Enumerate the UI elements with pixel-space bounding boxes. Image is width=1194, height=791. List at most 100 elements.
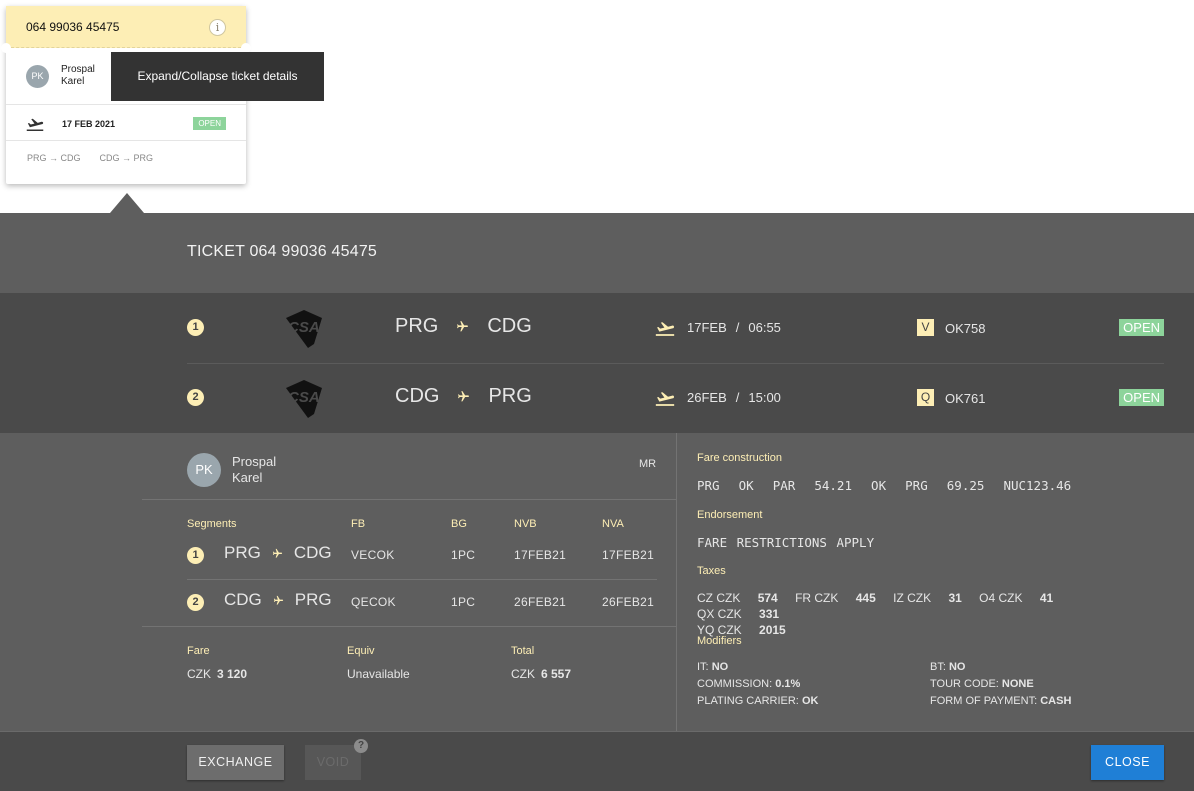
status-badge: OPEN [1119, 319, 1164, 336]
segment-row[interactable]: 1 CSA PRG CDG 17FEB / 06:55 V OK758 OPEN [0, 293, 1194, 363]
divider [6, 140, 246, 141]
separator: / [735, 390, 740, 405]
plane-icon [457, 390, 470, 403]
baggage: 1PC [451, 595, 476, 609]
departure-icon [26, 118, 44, 131]
info-icon[interactable]: i [209, 19, 226, 36]
tax-amount: 331 [759, 607, 780, 621]
total-value: CZK 6 557 [511, 667, 571, 681]
fare-construction-value: PRG OK PAR 54.21 OK PRG 69.25 NUC123.46 [697, 478, 1072, 493]
modifier-label: FORM OF PAYMENT: [930, 695, 1038, 707]
destination: CDG [487, 315, 532, 337]
svg-text:CSA: CSA [288, 319, 320, 336]
help-icon[interactable]: ? [354, 739, 368, 753]
modifier-label: IT: [697, 661, 709, 673]
not-valid-before: 17FEB21 [514, 548, 567, 562]
tax-item: O4 CZK 41 [979, 591, 1053, 605]
ticket-notch-left [1, 43, 11, 53]
tax-item: FR CZK 445 [795, 591, 876, 605]
passenger-title: MR [639, 458, 657, 470]
segment-route: PRG CDG [395, 315, 532, 338]
plane-icon [272, 548, 283, 559]
origin: CDG [224, 590, 262, 609]
total-currency: CZK [511, 667, 535, 681]
airline-logo-icon: CSA [286, 380, 322, 418]
passenger-info: PK Prospal Karel [187, 453, 276, 487]
column-header-fb: FB [351, 518, 366, 530]
segment-route: CDG PRG [224, 590, 332, 610]
endorsement-label: Endorsement [697, 509, 763, 521]
ticket-card-routes: PRG → CDG CDG → PRG [27, 153, 153, 163]
destination: PRG [488, 385, 532, 407]
endorsement-value: FARE RESTRICTIONS APPLY [697, 535, 875, 550]
plane-icon [273, 595, 284, 606]
tax-code: QX CZK [697, 607, 742, 621]
segment-number: 1 [187, 547, 204, 564]
column-divider [676, 433, 677, 731]
modifier-label: BT: [930, 661, 946, 673]
not-valid-after: 26FEB21 [602, 595, 655, 609]
status-badge: OPEN [1119, 389, 1164, 406]
tax-item: IZ CZK 31 [893, 591, 962, 605]
table-row: 1 PRG CDG VECOK 1PC 17FEB21 17FEB21 [187, 533, 657, 580]
taxes-label: Taxes [697, 565, 726, 577]
segment-date: 17FEB [687, 320, 727, 335]
not-valid-before: 26FEB21 [514, 595, 567, 609]
fare-amount: 3 120 [217, 667, 248, 681]
close-button[interactable]: CLOSE [1091, 745, 1164, 780]
airline-logo-icon: CSA [286, 310, 322, 348]
origin: PRG [224, 543, 261, 562]
fare-label: Fare [187, 645, 210, 657]
segment-number: 2 [187, 389, 204, 406]
ticket-card-date: 17 FEB 2021 [62, 118, 116, 129]
passenger-name: Prospal Karel [61, 64, 95, 88]
passenger-name: Prospal Karel [232, 454, 276, 486]
modifiers-label: Modifiers [697, 635, 742, 647]
tax-amount: 574 [757, 591, 778, 605]
modifier-value: CASH [1040, 695, 1072, 707]
route-label: PRG → CDG [27, 153, 81, 163]
tax-amount: 31 [948, 591, 962, 605]
fare-basis: VECOK [351, 548, 395, 562]
modifier-it: IT: NO [697, 661, 728, 673]
ticket-card-number: 064 99036 45475 [26, 20, 120, 34]
exchange-button[interactable]: EXCHANGE [187, 745, 284, 780]
ticket-card-passenger: PK Prospal Karel [26, 64, 95, 88]
taxes-list: CZ CZK 574 FR CZK 445 IZ CZK 31 O4 CZK 4… [697, 590, 1117, 638]
origin: PRG [395, 315, 439, 337]
tooltip: Expand/Collapse ticket details [111, 52, 324, 101]
modifier-plating-carrier: PLATING CARRIER: OK [697, 695, 818, 707]
page-title: TICKET 064 99036 45475 [187, 243, 378, 260]
modifier-value: OK [801, 695, 819, 707]
segment-row[interactable]: 2 CSA CDG PRG 26FEB / 15:00 Q OK761 OPEN [0, 363, 1194, 433]
tax-amount: 2015 [759, 623, 786, 637]
divider [6, 104, 246, 105]
ticket-card-header[interactable]: 064 99036 45475 i [1, 6, 251, 53]
passenger-surname: Prospal [232, 454, 277, 469]
origin: CDG [395, 385, 440, 407]
avatar: PK [187, 453, 221, 487]
segment-number: 2 [187, 594, 204, 611]
column-header-segments: Segments [187, 518, 237, 530]
segment-time: 06:55 [748, 320, 781, 335]
segment-date: 26FEB [687, 390, 727, 405]
departure-icon [655, 322, 675, 336]
booking-class-badge: V [917, 319, 934, 336]
ticket-card-date-row: 17 FEB 2021 OPEN [26, 116, 226, 131]
segment-route: CDG PRG [395, 385, 532, 408]
segment-list: 1 CSA PRG CDG 17FEB / 06:55 V OK758 OPEN… [0, 293, 1194, 433]
segment-departure: 17FEB / 06:55 [655, 319, 781, 336]
modifier-value: NO [948, 661, 966, 673]
fare-currency: CZK [187, 667, 211, 681]
tax-amount: 445 [855, 591, 876, 605]
destination: CDG [293, 543, 332, 562]
column-header-nvb: NVB [514, 518, 537, 530]
plane-icon [456, 320, 469, 333]
tax-amount: 41 [1039, 591, 1054, 605]
column-header-nva: NVA [602, 518, 624, 530]
tax-code: IZ CZK [893, 591, 932, 605]
flight-number: OK758 [945, 321, 986, 336]
route-label: CDG → PRG [99, 153, 154, 163]
modifier-label: TOUR CODE: [930, 678, 999, 690]
tax-item: QX CZK 331 [697, 607, 779, 621]
